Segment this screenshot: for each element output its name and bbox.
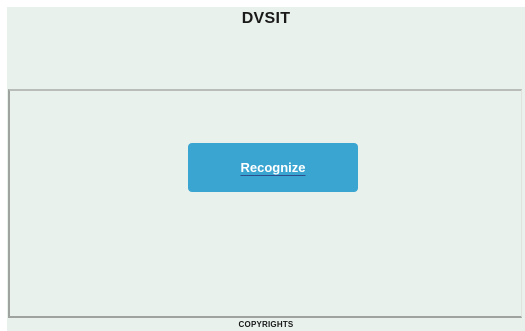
main-panel: Recognize <box>8 89 522 318</box>
recognize-button[interactable]: Recognize <box>188 143 358 192</box>
page-header: DVSIT <box>7 7 525 89</box>
copyright-text: COPYRIGHTS <box>238 320 294 329</box>
recognize-button-label: Recognize <box>240 160 306 175</box>
app-window: DVSIT Recognize COPYRIGHTS <box>7 7 525 331</box>
page-title: DVSIT <box>241 10 291 27</box>
page-footer: COPYRIGHTS <box>7 318 525 331</box>
